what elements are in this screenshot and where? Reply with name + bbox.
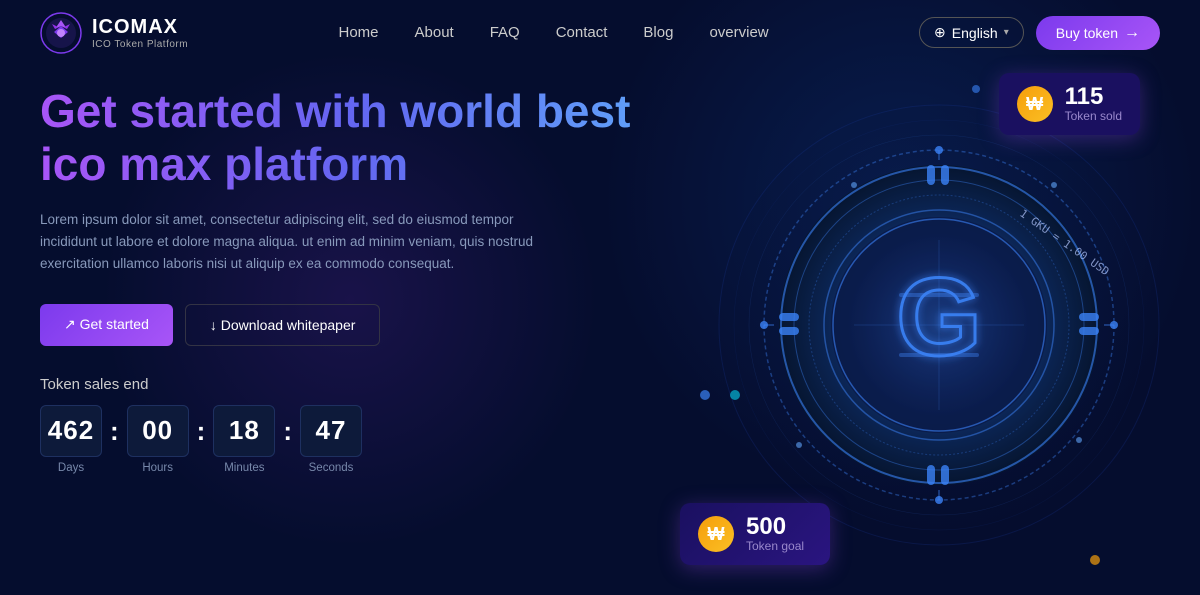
- buy-token-button[interactable]: Buy token →: [1036, 16, 1160, 50]
- brand-name: ICOMAX: [92, 16, 188, 39]
- chevron-down-icon: ▾: [1004, 27, 1009, 38]
- get-started-label: ↗ Get started: [64, 316, 149, 333]
- left-panel: Get started with world best ico max plat…: [40, 65, 670, 595]
- right-panel: ₩ 115 Token sold: [670, 65, 1160, 595]
- minutes-block: 18 Minutes: [213, 405, 275, 474]
- nav-links: Home About FAQ Contact Blog overview: [338, 24, 768, 42]
- arrow-icon: →: [1124, 24, 1140, 42]
- days-unit: Days: [58, 462, 84, 474]
- hero-description: Lorem ipsum dolor sit amet, consectetur …: [40, 209, 540, 276]
- minutes-value: 18: [213, 405, 275, 457]
- token-goal-info: 500 Token goal: [746, 515, 804, 553]
- nav-home[interactable]: Home: [338, 24, 378, 41]
- days-value: 462: [40, 405, 102, 457]
- hours-block: 00 Hours: [127, 405, 189, 474]
- language-button[interactable]: ⊕ English ▾: [919, 17, 1024, 48]
- get-started-button[interactable]: ↗ Get started: [40, 304, 173, 346]
- accent-dot-3: [972, 85, 980, 93]
- token-sold-label: Token sold: [1065, 109, 1122, 123]
- globe-icon: ⊕: [934, 24, 946, 41]
- token-goal-label: Token goal: [746, 539, 804, 553]
- nav-overview[interactable]: overview: [709, 24, 768, 41]
- language-label: English: [952, 25, 998, 41]
- countdown-label: Token sales end: [40, 376, 670, 393]
- seconds-block: 47 Seconds: [300, 405, 362, 474]
- svg-text:G: G: [896, 256, 982, 379]
- token-goal-coin-icon: ₩: [698, 516, 734, 552]
- token-goal-number: 500: [746, 515, 804, 539]
- buy-token-label: Buy token: [1056, 25, 1118, 41]
- download-label: ↓ Download whitepaper: [210, 317, 356, 333]
- accent-dot-2: [730, 390, 740, 400]
- minutes-unit: Minutes: [224, 462, 264, 474]
- countdown-timer: 462 Days : 00 Hours : 18 Minutes : 47 Se…: [40, 405, 670, 474]
- logo-icon: [40, 12, 82, 54]
- seconds-value: 47: [300, 405, 362, 457]
- hours-unit: Hours: [142, 462, 173, 474]
- separator-3: :: [283, 416, 292, 463]
- nav-right: ⊕ English ▾ Buy token →: [919, 16, 1160, 50]
- nav-blog[interactable]: Blog: [643, 24, 673, 41]
- nav-contact[interactable]: Contact: [556, 24, 608, 41]
- separator-2: :: [197, 416, 206, 463]
- token-goal-badge: ₩ 500 Token goal: [680, 503, 830, 565]
- logo: ICOMAX ICO Token Platform: [40, 12, 188, 54]
- brand-subtitle: ICO Token Platform: [92, 39, 188, 50]
- nav-about[interactable]: About: [415, 24, 454, 41]
- logo-text-group: ICOMAX ICO Token Platform: [92, 16, 188, 50]
- seconds-unit: Seconds: [309, 462, 354, 474]
- token-sold-number: 115: [1065, 85, 1122, 109]
- token-sold-info: 115 Token sold: [1065, 85, 1122, 123]
- separator-1: :: [110, 416, 119, 463]
- days-block: 462 Days: [40, 405, 102, 474]
- download-whitepaper-button[interactable]: ↓ Download whitepaper: [185, 304, 381, 346]
- token-sold-badge: ₩ 115 Token sold: [999, 73, 1140, 135]
- action-buttons: ↗ Get started ↓ Download whitepaper: [40, 304, 670, 346]
- countdown-section: Token sales end 462 Days : 00 Hours : 18…: [40, 376, 670, 474]
- hours-value: 00: [127, 405, 189, 457]
- nav-faq[interactable]: FAQ: [490, 24, 520, 41]
- accent-dot-1: [700, 390, 710, 400]
- navbar: ICOMAX ICO Token Platform Home About FAQ…: [0, 0, 1200, 65]
- token-sold-coin-icon: ₩: [1017, 86, 1053, 122]
- hero-title: Get started with world best ico max plat…: [40, 85, 670, 191]
- main-content: Get started with world best ico max plat…: [0, 65, 1200, 595]
- accent-dot-4: [1090, 555, 1100, 565]
